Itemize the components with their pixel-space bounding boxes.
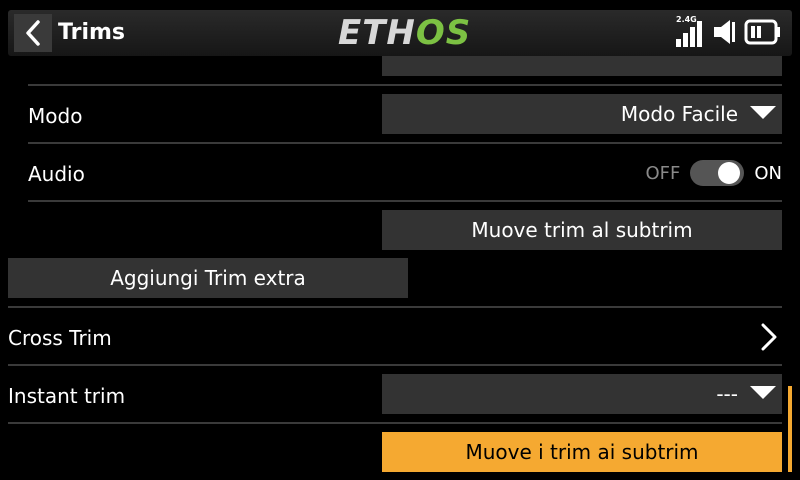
divider [8, 364, 782, 366]
dropdown-arrow-icon [750, 386, 776, 399]
move-trim-to-subtrim-button[interactable]: Muove trim al subtrim [382, 210, 782, 250]
rf-signal-icon: 2.4G [676, 15, 706, 47]
toggle-off-label: OFF [645, 162, 681, 184]
instant-trim-label: Instant trim [8, 384, 126, 408]
trims-settings-list[interactable]: Modo Modo Facile Audio OFF ON Muove trim… [0, 56, 800, 480]
instant-trim-value: --- [716, 382, 738, 406]
divider [28, 200, 782, 202]
instant-trim-dropdown[interactable]: --- [382, 374, 782, 414]
divider [28, 84, 782, 86]
battery-icon [744, 19, 780, 45]
status-area: 2.4G [676, 14, 782, 50]
dropdown-arrow-icon [750, 106, 776, 119]
page-title: Trims [58, 20, 125, 45]
mode-value: Modo Facile [620, 102, 738, 126]
toggle-switch[interactable] [690, 160, 745, 186]
back-button[interactable] [14, 14, 52, 52]
cross-trim-label[interactable]: Cross Trim [8, 324, 112, 352]
divider [28, 142, 782, 144]
top-bar: Trims ETHOS 2.4G [0, 0, 800, 64]
chevron-right-icon[interactable] [760, 322, 778, 352]
speaker-icon [714, 20, 735, 44]
scrollbar[interactable] [788, 386, 792, 472]
mode-label: Modo [28, 104, 83, 128]
divider [8, 306, 782, 308]
audio-toggle[interactable]: OFF ON [645, 158, 782, 188]
add-extra-trim-button[interactable]: Aggiungi Trim extra [8, 258, 408, 298]
ethos-logo: ETHOS [338, 13, 472, 53]
toggle-on-label: ON [754, 162, 782, 184]
divider [8, 422, 782, 424]
move-all-trims-to-subtrim-button[interactable]: Muove i trim ai subtrim [382, 432, 782, 472]
toggle-knob [718, 162, 741, 184]
audio-label: Audio [28, 162, 85, 186]
mode-dropdown[interactable]: Modo Facile [382, 94, 782, 134]
partial-field[interactable] [382, 56, 782, 76]
chevron-left-icon [26, 20, 40, 46]
